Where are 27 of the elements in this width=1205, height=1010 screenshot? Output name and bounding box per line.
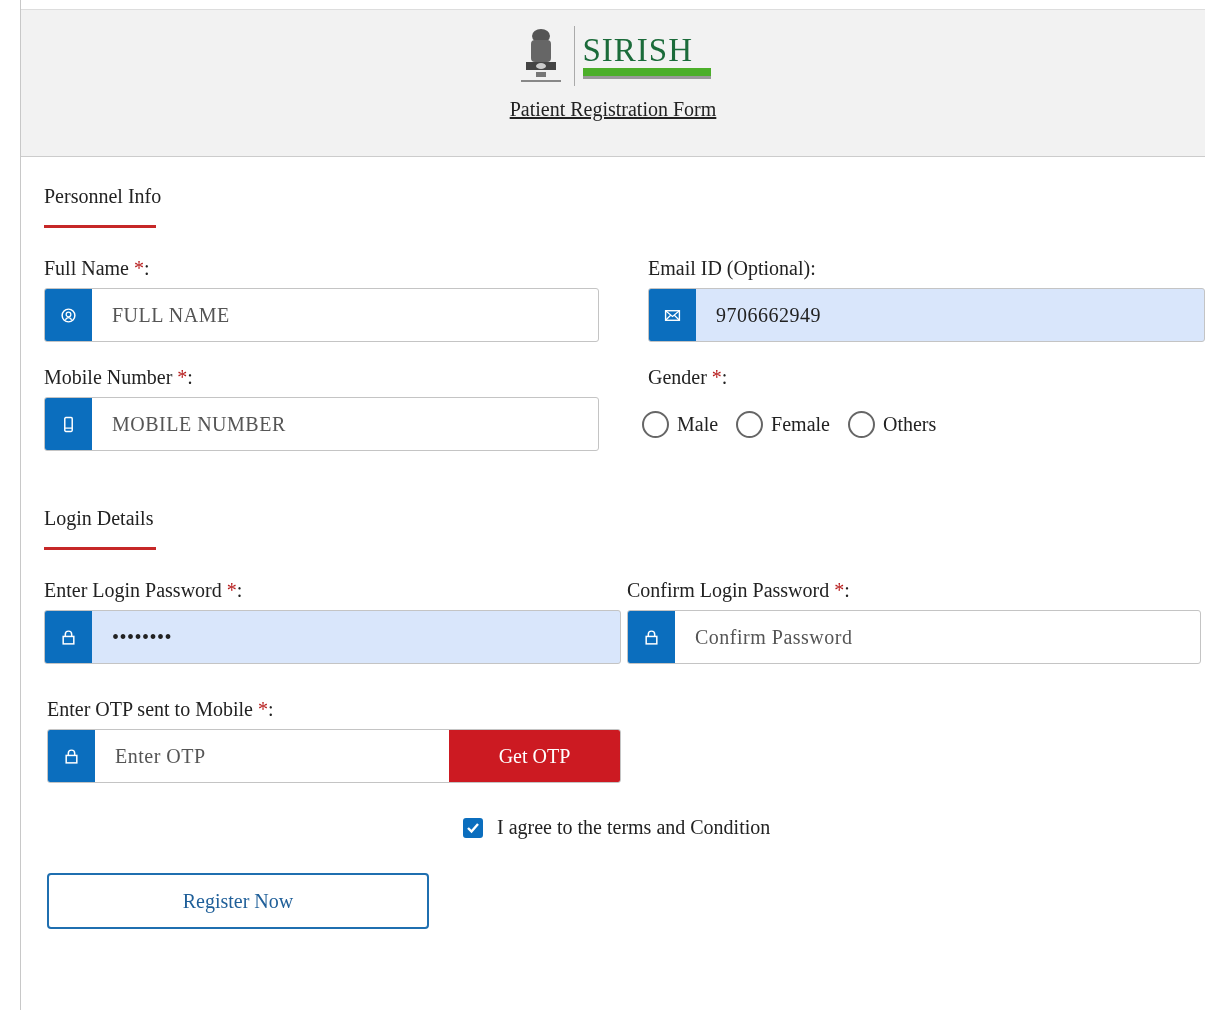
input-group[interactable]: Enter OTP Get OTP: [47, 729, 621, 783]
input-field[interactable]: Enter OTP: [95, 730, 449, 782]
field-label: Mobile Number *:: [44, 366, 194, 389]
field-label: Full Name *:: [44, 257, 151, 280]
get-otp-button[interactable]: Get OTP: [449, 730, 620, 782]
checkbox-label: I agree to the terms and Condition: [497, 816, 771, 839]
radio-label: Female: [771, 412, 830, 436]
field-label: Confirm Login Password *:: [627, 579, 851, 602]
checkbox[interactable]: [463, 817, 483, 838]
field-label: Enter Login Password *:: [44, 579, 244, 602]
lock-icon: [63, 747, 80, 765]
lock-icon: [60, 628, 77, 646]
form-title: Patient Registration Form: [509, 98, 717, 121]
radio-button[interactable]: [736, 410, 764, 438]
field-label: Email ID (Optional):: [648, 257, 817, 280]
radio-label: Others: [882, 412, 937, 436]
radio-label: Male: [677, 412, 719, 436]
field-label: Enter OTP sent to Mobile *:: [47, 698, 275, 721]
radio-button[interactable]: [847, 410, 875, 438]
section-title: Login Details: [44, 507, 155, 530]
radio-button[interactable]: [642, 410, 669, 438]
logo-text: SIRISH: [582, 33, 695, 66]
register-button[interactable]: Register Now: [47, 873, 429, 929]
section-title: Personnel Info: [44, 185, 163, 208]
id-icon: [60, 306, 77, 324]
field-label: Gender *:: [648, 366, 729, 389]
lock-icon: [643, 628, 660, 646]
